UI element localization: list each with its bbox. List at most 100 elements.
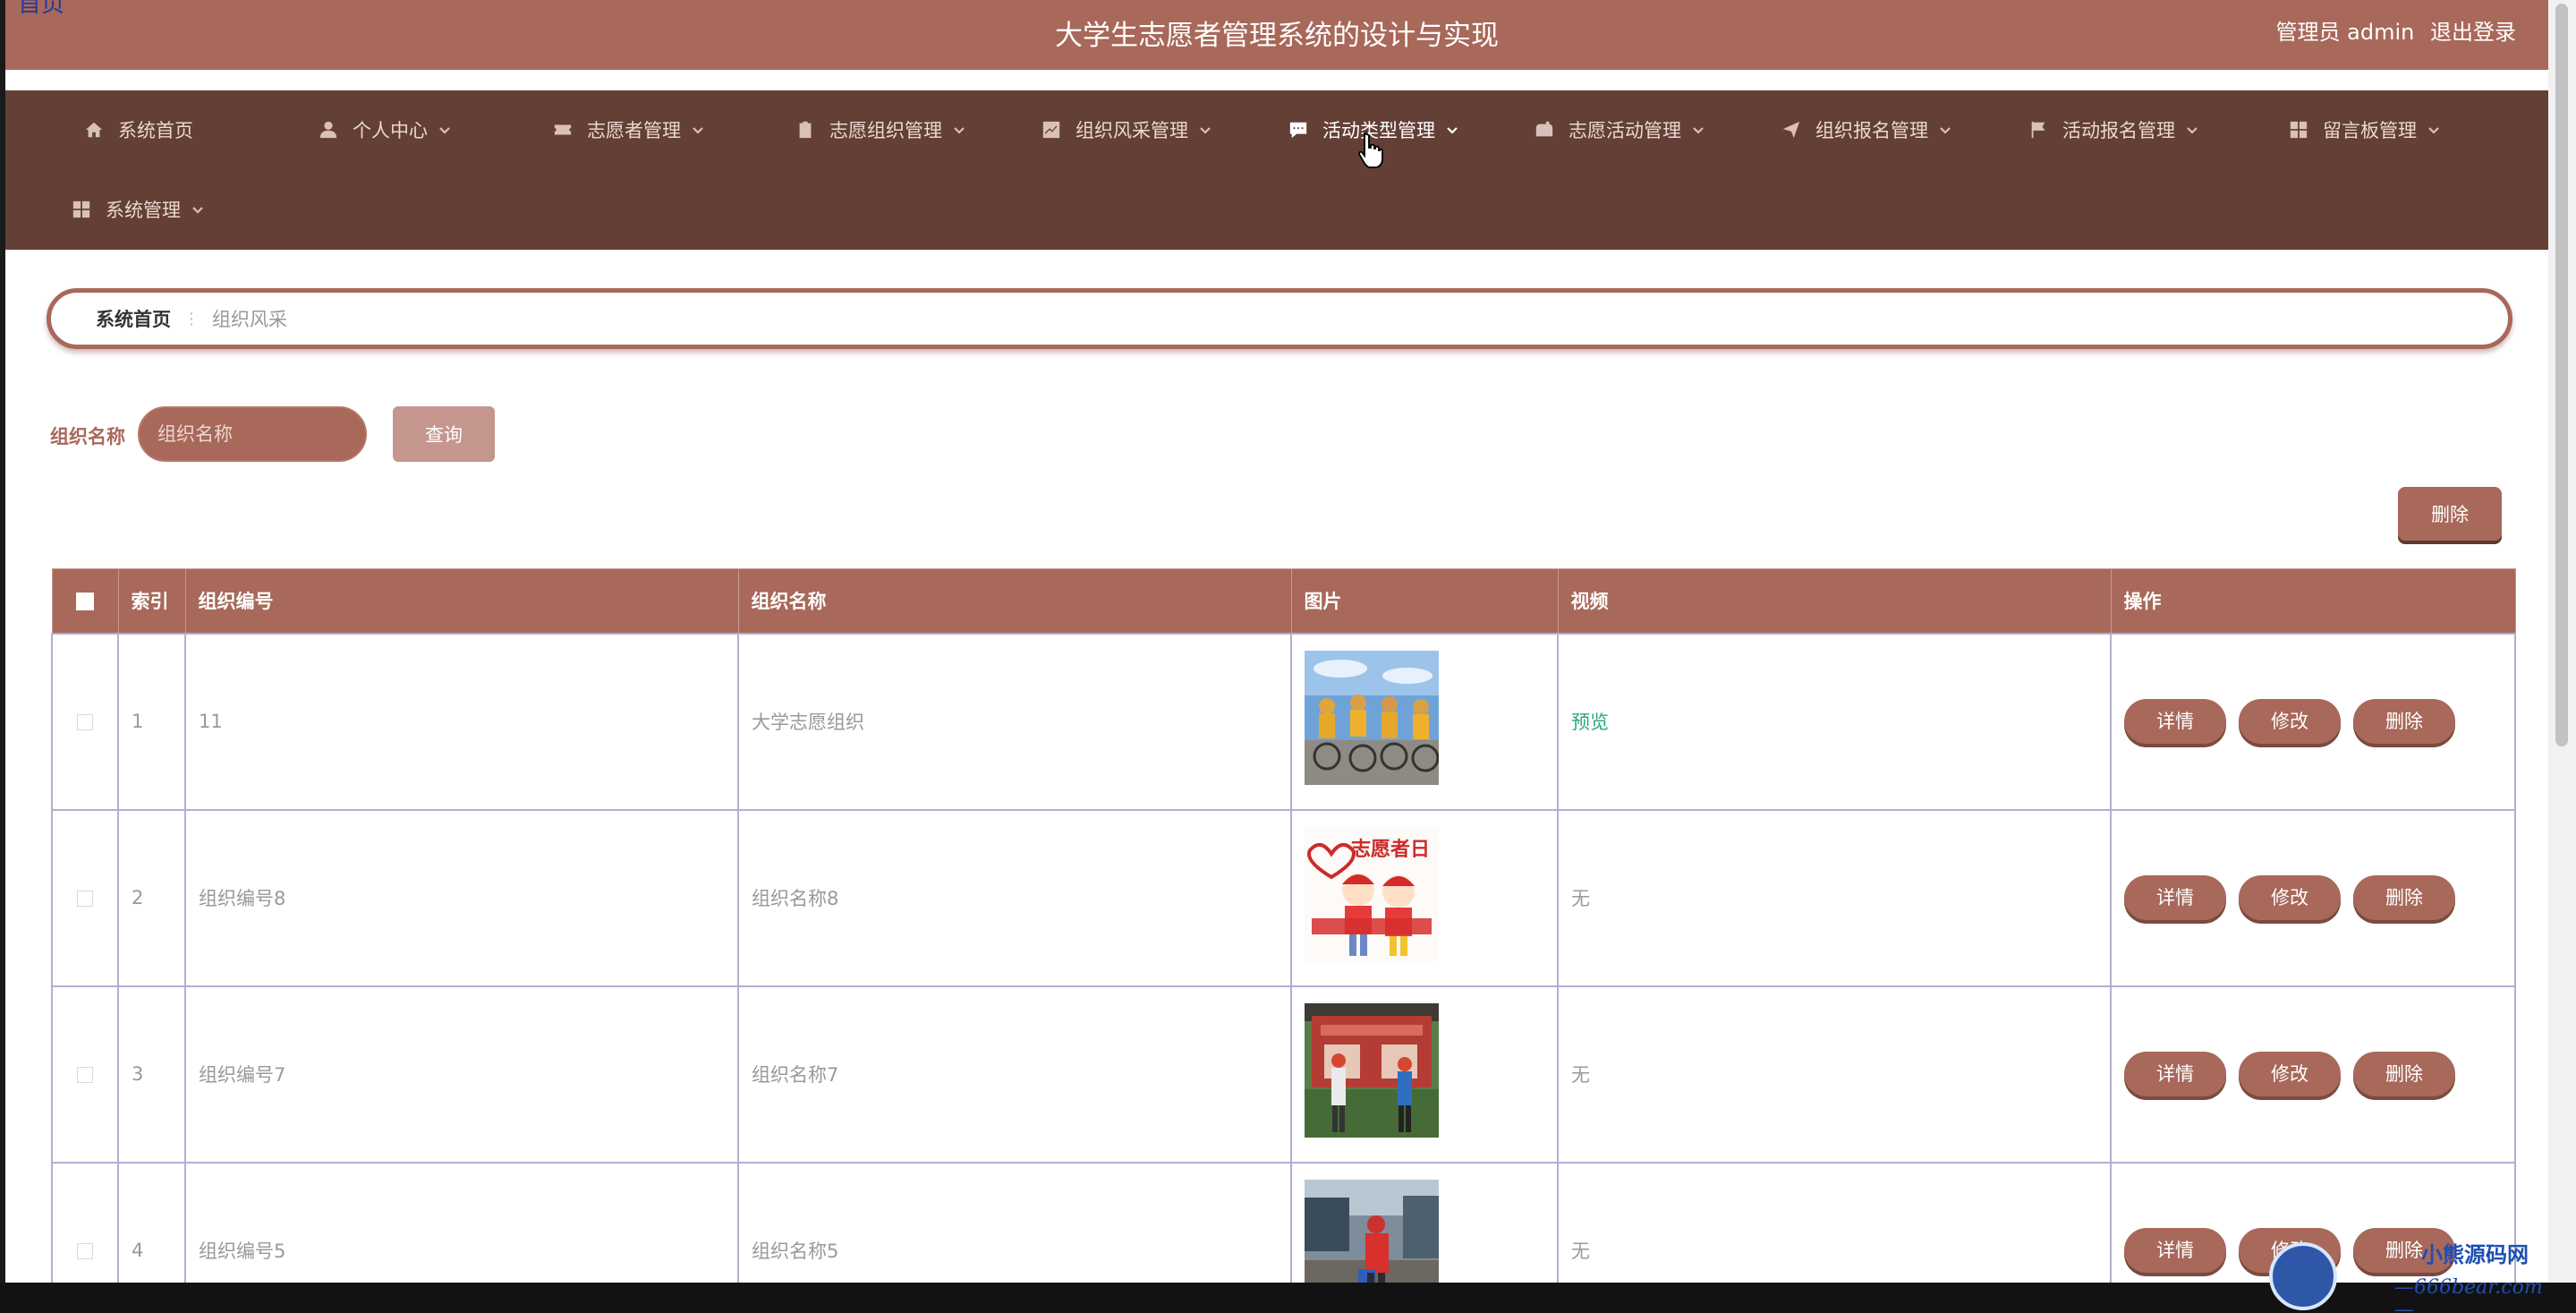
nav-item-label: 组织风采管理 — [1075, 120, 1188, 141]
nav-item-3[interactable]: 志愿者管理 — [553, 110, 704, 149]
vertical-scrollbar[interactable] — [2548, 0, 2576, 1283]
user-label: 管理员 admin — [2275, 20, 2415, 45]
cell-video: 无 — [1557, 985, 2112, 1164]
row-checkbox[interactable] — [77, 891, 93, 907]
send-icon — [1781, 120, 1801, 140]
table-body: 1 11 大学志愿组织 预览 详情 修改 删除 2 组织编号8 组织名称8 志愿者日无详情 修改 删除 3… — [51, 632, 2516, 1283]
main-nav: 系统首页 个人中心 志愿者管理 志愿组织管理 组织风采管理 活动类型管理 志愿活动管理 组织报… — [5, 90, 2548, 250]
row-delete-button[interactable]: 删除 — [2353, 699, 2455, 744]
grid-icon — [2289, 120, 2308, 140]
cell-index: 2 — [117, 808, 186, 987]
table-row: 2 组织编号8 组织名称8 志愿者日无 详情 修改 删除 — [51, 808, 2516, 987]
chat-icon — [1288, 120, 1308, 140]
org-name-search-input[interactable] — [138, 406, 367, 462]
video-none-text: 无 — [1571, 888, 1590, 909]
clipboard-icon — [795, 120, 815, 140]
mailbox-icon — [1535, 120, 1554, 140]
nav-item-label: 个人中心 — [353, 120, 428, 141]
table-row: 1 11 大学志愿组织 预览 详情 修改 删除 — [51, 632, 2516, 811]
street-cleanup-photo[interactable] — [1305, 1179, 1439, 1283]
cell-video: 无 — [1557, 808, 2112, 987]
cell-image: 志愿者日 — [1290, 808, 1559, 987]
column-header-actions: 操作 — [2110, 568, 2516, 634]
browser-viewport: 首页 大学生志愿者管理系统的设计与实现 管理员 admin 退出登录 系统首页 个… — [5, 0, 2548, 1283]
home-icon — [84, 120, 104, 140]
cell-video: 无 — [1557, 1161, 2112, 1283]
row-select-cell — [51, 1161, 119, 1283]
site-title: 大学生志愿者管理系统的设计与实现 — [1055, 20, 1499, 52]
detail-button[interactable]: 详情 — [2124, 699, 2226, 744]
breadcrumb-home[interactable]: 系统首页 — [96, 305, 171, 332]
chevron-down-icon — [953, 124, 965, 136]
detail-button[interactable]: 详情 — [2124, 875, 2226, 920]
chevron-down-icon — [692, 124, 704, 136]
cell-image — [1290, 632, 1559, 811]
detail-button[interactable]: 详情 — [2124, 1052, 2226, 1096]
row-checkbox[interactable] — [77, 1243, 93, 1259]
chevron-down-icon — [1446, 124, 1458, 136]
cell-org-code: 组织编号5 — [184, 1161, 739, 1283]
chevron-down-icon — [1939, 124, 1951, 136]
cell-org-code: 组织编号8 — [184, 808, 739, 987]
nav-item-5[interactable]: 组织风采管理 — [1041, 110, 1211, 149]
ticket-icon — [553, 120, 573, 140]
video-none-text: 无 — [1571, 1064, 1590, 1086]
grid-icon — [72, 200, 91, 219]
cell-actions: 详情修改删除 — [2110, 985, 2516, 1164]
bear-logo-icon — [2269, 1242, 2337, 1310]
cell-index: 1 — [117, 632, 186, 811]
nav-item-1[interactable]: 系统首页 — [84, 110, 193, 149]
row-checkbox[interactable] — [77, 1067, 93, 1083]
cell-image — [1290, 1161, 1559, 1283]
column-header-org-name: 组织名称 — [737, 568, 1292, 634]
video-preview-link[interactable]: 预览 — [1571, 712, 1609, 733]
nav-item-label: 志愿组织管理 — [829, 120, 942, 141]
nav-item-9[interactable]: 活动报名管理 — [2028, 110, 2198, 149]
nav-item-10[interactable]: 留言板管理 — [2289, 110, 2440, 149]
edit-button[interactable]: 修改 — [2239, 699, 2341, 744]
edit-button[interactable]: 修改 — [2239, 875, 2341, 920]
nav-item-4[interactable]: 志愿组织管理 — [795, 110, 965, 149]
mouse-pointer-icon — [1358, 132, 1383, 168]
table-header-row: 索引 组织编号 组织名称 图片 视频 操作 — [51, 568, 2516, 634]
select-all-checkbox[interactable] — [76, 593, 94, 611]
scrollbar-thumb[interactable] — [2555, 4, 2568, 746]
batch-delete-button[interactable]: 删除 — [2398, 487, 2502, 541]
nav-item-label: 系统管理 — [106, 200, 181, 221]
org-style-table: 索引 组织编号 组织名称 图片 视频 操作 1 11 大学志愿组织 预览 详情 修改 删除 2… — [51, 568, 2516, 1283]
cell-org-name: 组织名称7 — [737, 985, 1292, 1164]
nav-item-11[interactable]: 系统管理 — [72, 190, 204, 229]
row-select-cell — [51, 985, 119, 1164]
column-header-index: 索引 — [117, 568, 186, 634]
cell-org-name: 组织名称5 — [737, 1161, 1292, 1283]
top-header: 首页 大学生志愿者管理系统的设计与实现 管理员 admin 退出登录 — [5, 0, 2548, 70]
cell-actions: 详情修改删除 — [2110, 808, 2516, 987]
nav-item-label: 志愿活动管理 — [1569, 120, 1681, 141]
chevron-down-icon — [1692, 124, 1705, 136]
volunteer-day-cartoon[interactable]: 志愿者日 — [1305, 826, 1439, 961]
row-delete-button[interactable]: 删除 — [2353, 875, 2455, 920]
row-checkbox[interactable] — [77, 714, 93, 730]
chevron-down-icon — [438, 124, 451, 136]
cell-org-name: 大学志愿组织 — [737, 632, 1292, 811]
chart-icon — [1041, 120, 1061, 140]
column-header-org-code: 组织编号 — [184, 568, 739, 634]
user-box: 管理员 admin 退出登录 — [2267, 14, 2516, 46]
logout-link[interactable]: 退出登录 — [2430, 20, 2516, 45]
breadcrumb-separator: ⋮ — [183, 309, 200, 328]
poster-wall-photo[interactable] — [1305, 1002, 1439, 1138]
nav-item-8[interactable]: 组织报名管理 — [1781, 110, 1951, 149]
nav-item-2[interactable]: 个人中心 — [319, 110, 451, 149]
chevron-down-icon — [2427, 124, 2440, 136]
search-button[interactable]: 查询 — [393, 406, 495, 462]
cell-org-code: 11 — [184, 632, 739, 811]
nav-item-7[interactable]: 志愿活动管理 — [1535, 110, 1705, 149]
table-row: 3 组织编号7 组织名称7 无 详情 修改 删除 — [51, 985, 2516, 1164]
row-delete-button[interactable]: 删除 — [2353, 1052, 2455, 1096]
watermark: 小熊源码网 —666bear.com— — [2260, 1233, 2555, 1313]
cycling-volunteers-photo[interactable] — [1305, 650, 1439, 785]
edit-button[interactable]: 修改 — [2239, 1052, 2341, 1096]
bottom-strip — [0, 1283, 2576, 1313]
detail-button[interactable]: 详情 — [2124, 1228, 2226, 1273]
chevron-down-icon — [1199, 124, 1211, 136]
